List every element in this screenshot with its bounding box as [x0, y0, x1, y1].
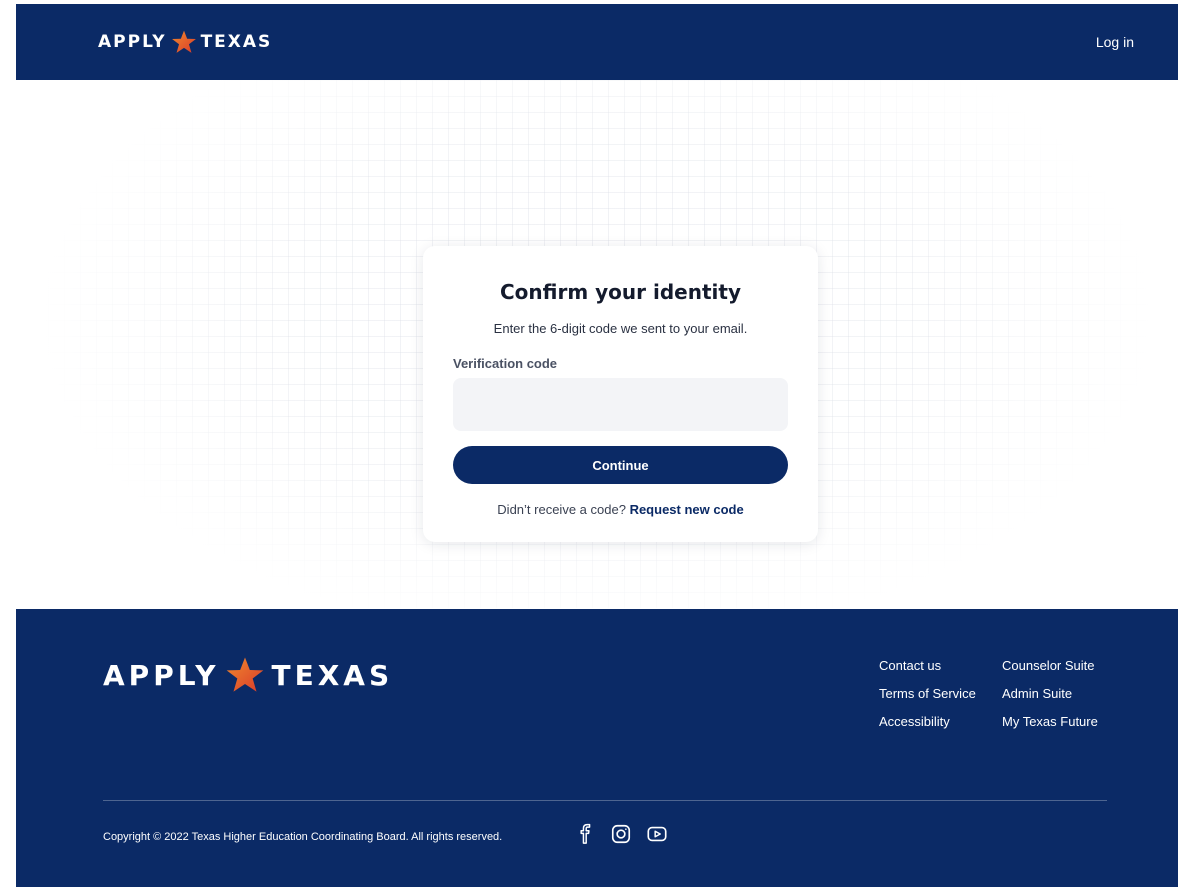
resend-row: Didn’t receive a code? Request new code — [453, 502, 788, 517]
footer-link-admin-suite[interactable]: Admin Suite — [1002, 686, 1098, 701]
youtube-icon — [647, 826, 667, 842]
resend-prompt: Didn’t receive a code? — [497, 502, 626, 517]
instructions-text: Enter the 6-digit code we sent to your e… — [493, 321, 748, 336]
login-link[interactable]: Log in — [1096, 34, 1134, 50]
footer-apply-texas-logo[interactable]: APPLY TEXAS — [103, 655, 393, 695]
logo-word-apply: APPLY — [98, 32, 167, 52]
footer-link-terms-of-service[interactable]: Terms of Service — [879, 686, 976, 701]
footer-divider — [103, 800, 1107, 801]
verification-code-label: Verification code — [453, 356, 558, 371]
youtube-link[interactable] — [646, 823, 668, 845]
continue-button[interactable]: Continue — [453, 446, 788, 484]
star-icon — [171, 30, 196, 53]
star-icon — [227, 657, 264, 692]
copyright-text: Copyright © 2022 Texas Higher Education … — [103, 831, 503, 843]
footer-link-contact-us[interactable]: Contact us — [879, 658, 976, 673]
main-content: Confirm your identity Enter the 6-digit … — [16, 80, 1178, 608]
instagram-link[interactable] — [610, 823, 632, 845]
verification-code-input[interactable] — [453, 378, 788, 431]
site-footer: APPLY TEXAS Contact us Terms of Service … — [16, 609, 1178, 887]
instagram-icon — [611, 824, 631, 844]
footer-logo-word-texas: TEXAS — [271, 658, 394, 692]
footer-link-counselor-suite[interactable]: Counselor Suite — [1002, 658, 1098, 673]
footer-links-col1: Contact us Terms of Service Accessibilit… — [879, 658, 976, 742]
page-title: Confirm your identity — [500, 280, 741, 304]
verification-card: Confirm your identity Enter the 6-digit … — [423, 246, 818, 542]
facebook-icon — [580, 823, 591, 844]
footer-link-my-texas-future[interactable]: My Texas Future — [1002, 714, 1098, 729]
logo-word-texas: TEXAS — [200, 32, 273, 52]
apply-texas-logo[interactable]: APPLY TEXAS — [98, 29, 272, 55]
site-header: APPLY TEXAS Log in — [16, 4, 1178, 80]
footer-links-col2: Counselor Suite Admin Suite My Texas Fut… — [1002, 658, 1098, 742]
footer-link-accessibility[interactable]: Accessibility — [879, 714, 976, 729]
request-new-code-link[interactable]: Request new code — [630, 502, 744, 517]
footer-logo-word-apply: APPLY — [103, 658, 220, 692]
social-links — [574, 823, 668, 845]
facebook-link[interactable] — [574, 823, 596, 845]
